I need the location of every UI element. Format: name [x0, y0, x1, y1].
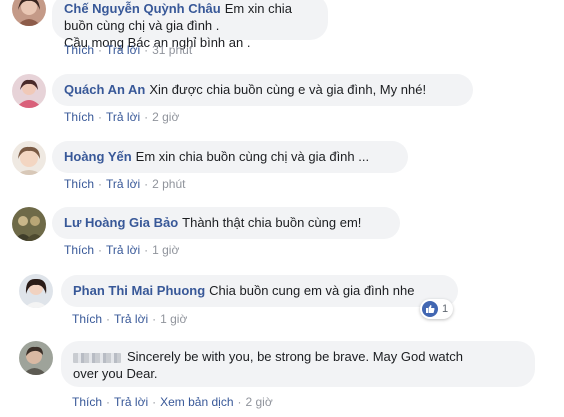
comment-actions: Thích · Trả lời · 2 phút	[64, 177, 185, 191]
blurred-name	[73, 352, 121, 363]
reply-button[interactable]: Trả lời	[114, 395, 148, 409]
comment-actions: Thích · Trả lời · Xem bản dịch · 2 giờ	[72, 395, 273, 409]
separator-dot: ·	[152, 312, 157, 326]
separator-dot: ·	[98, 43, 103, 57]
commenter-name[interactable]: Chế Nguyễn Quỳnh Châu	[64, 1, 221, 16]
comment-actions: Thích · Trả lời · 2 giờ	[64, 110, 179, 124]
avatar[interactable]	[19, 341, 53, 375]
comment-text-line2: over you Dear.	[73, 366, 158, 381]
avatar[interactable]	[12, 0, 46, 26]
separator-dot: ·	[144, 243, 149, 257]
comment-bubble: Sincerely be with you, be strong be brav…	[61, 341, 535, 387]
comment-timestamp[interactable]: 31 phút	[152, 43, 192, 57]
commenter-name[interactable]: Lư Hoàng Gia Bảo	[64, 215, 178, 230]
like-button[interactable]: Thích	[64, 177, 94, 191]
avatar[interactable]	[19, 274, 53, 308]
reply-button[interactable]: Trả lời	[106, 110, 140, 124]
comment-timestamp[interactable]: 1 giờ	[152, 243, 179, 257]
comment-actions: Thích · Trả lời · 31 phút	[64, 43, 192, 57]
comment-bubble: Phan Thi Mai Phuong Chia buồn cung em và …	[61, 275, 458, 307]
separator-dot: ·	[144, 43, 149, 57]
comment-bubble: Hoàng Yến Em xin chia buồn cùng chị và gi…	[52, 141, 408, 173]
comment-actions: Thích · Trả lời · 1 giờ	[64, 243, 179, 257]
comment-text: Thành thật chia buồn cùng em!	[182, 215, 362, 230]
like-button[interactable]: Thích	[64, 43, 94, 57]
commenter-name[interactable]: Quách An An	[64, 82, 145, 97]
comment-bubble: Chế Nguyễn Quỳnh Châu Em xin chia buồn cù…	[52, 0, 328, 50]
comment-bubble: Quách An An Xin được chia buồn cùng e và …	[52, 74, 473, 106]
separator-dot: ·	[98, 110, 103, 124]
separator-dot: ·	[98, 243, 103, 257]
commenter-name[interactable]: Phan Thi Mai Phuong	[73, 283, 205, 298]
separator-dot: ·	[106, 312, 111, 326]
separator-dot: ·	[106, 395, 111, 409]
separator-dot: ·	[98, 177, 103, 191]
comment-timestamp[interactable]: 1 giờ	[160, 312, 187, 326]
like-button[interactable]: Thích	[64, 243, 94, 257]
comment-text: Sincerely be with you, be strong be brav…	[127, 349, 464, 364]
comment-text: Chia buồn cung em và gia đình nhe	[209, 283, 415, 298]
separator-dot: ·	[152, 395, 157, 409]
like-button[interactable]: Thích	[64, 110, 94, 124]
thumbs-up-icon	[422, 301, 438, 317]
avatar[interactable]	[12, 141, 46, 175]
reply-button[interactable]: Trả lời	[106, 43, 140, 57]
reply-button[interactable]: Trả lời	[106, 243, 140, 257]
reply-button[interactable]: Trả lời	[114, 312, 148, 326]
comment-bubble: Lư Hoàng Gia Bảo Thành thật chia buồn cùn…	[52, 207, 400, 239]
separator-dot: ·	[237, 395, 242, 409]
reaction-count[interactable]: 1	[420, 299, 454, 319]
see-translation-link[interactable]: Xem bản dịch	[160, 395, 233, 409]
avatar[interactable]	[12, 207, 46, 241]
comment-text: Em xin chia buồn cùng chị và gia đình ..…	[135, 149, 370, 164]
avatar[interactable]	[12, 74, 46, 108]
comment-actions: Thích · Trả lời · 1 giờ	[72, 312, 187, 326]
like-button[interactable]: Thích	[72, 395, 102, 409]
comment-timestamp[interactable]: 2 giờ	[246, 395, 273, 409]
separator-dot: ·	[144, 177, 149, 191]
commenter-name[interactable]: Hoàng Yến	[64, 149, 132, 164]
reply-button[interactable]: Trả lời	[106, 177, 140, 191]
comment-text: Xin được chia buồn cùng e và gia đình, M…	[149, 82, 427, 97]
reaction-number: 1	[442, 303, 449, 315]
comment-timestamp[interactable]: 2 giờ	[152, 110, 179, 124]
like-button[interactable]: Thích	[72, 312, 102, 326]
comment-timestamp[interactable]: 2 phút	[152, 177, 185, 191]
separator-dot: ·	[144, 110, 149, 124]
